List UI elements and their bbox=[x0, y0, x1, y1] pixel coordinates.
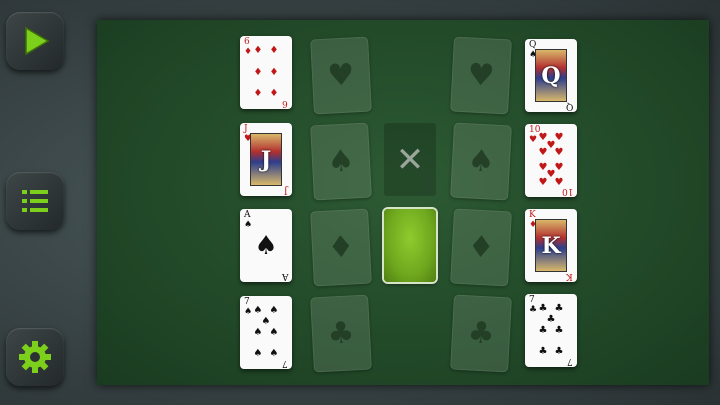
card-suit: ♠ bbox=[244, 220, 253, 230]
card-rank: J bbox=[244, 124, 248, 134]
play-button[interactable] bbox=[6, 12, 64, 70]
court-figure: J bbox=[250, 133, 282, 186]
diamond-icon: ♦ bbox=[326, 228, 356, 266]
play-icon bbox=[25, 26, 50, 56]
gear-icon bbox=[19, 341, 51, 373]
card-right-2[interactable]: 10 ♥ ♥ ♥ ♥ ♥ ♥ ♥ ♥ ♥ ♥ ♥ 10 bbox=[525, 124, 577, 197]
court-letter: J bbox=[260, 146, 272, 173]
card-pips: ♦ ♦ ♦ ♦ ♦ ♦ bbox=[250, 46, 282, 99]
card-pips: ♠ ♠ ♠ ♠ ♠ ♠ ♠ bbox=[250, 306, 282, 359]
list-icon bbox=[22, 190, 48, 212]
ace-pip: ♠ bbox=[254, 230, 278, 261]
card-pips: ♣ ♣ ♣ ♣ ♣ ♣ ♣ bbox=[535, 304, 567, 357]
court-figure: K bbox=[535, 219, 567, 272]
court-letter: K bbox=[541, 232, 561, 259]
court-letter: Q bbox=[541, 62, 561, 89]
menu-button[interactable] bbox=[6, 172, 64, 230]
card-right-3[interactable]: K ♦ K K bbox=[525, 209, 577, 282]
club-icon: ♣ bbox=[326, 314, 356, 352]
pip: ♦ bbox=[269, 45, 279, 57]
pip: ♣ bbox=[554, 324, 564, 336]
card-left-3[interactable]: A ♠ ♠ A bbox=[240, 209, 292, 282]
heart-icon: ♥ bbox=[326, 56, 356, 94]
pip: ♣ bbox=[546, 313, 556, 325]
empty-slot-diamonds-left[interactable]: ♦ bbox=[310, 208, 372, 287]
card-rank: 7 bbox=[282, 358, 288, 368]
club-icon: ♣ bbox=[466, 314, 496, 352]
pip: ♦ bbox=[269, 87, 279, 99]
pip: ♥ bbox=[538, 176, 548, 188]
pip: ♠ bbox=[269, 347, 279, 359]
game-table: 6 ♦ ♦ ♦ ♦ ♦ ♦ ♦ 6 J ♥ J J A ♠ ♠ A 7 ♠ ♠ … bbox=[97, 20, 709, 385]
settings-button[interactable] bbox=[6, 328, 64, 386]
card-rank: A bbox=[244, 210, 251, 220]
pip: ♦ bbox=[253, 45, 263, 57]
card-rank: 6 bbox=[282, 98, 288, 108]
heart-icon: ♥ bbox=[466, 56, 496, 94]
card-rank: 10 bbox=[561, 186, 573, 196]
diamond-icon: ♦ bbox=[466, 228, 496, 266]
pip: ♣ bbox=[554, 345, 564, 357]
pip: ♦ bbox=[269, 66, 279, 78]
card-left-4[interactable]: 7 ♠ ♠ ♠ ♠ ♠ ♠ ♠ ♠ 7 bbox=[240, 296, 292, 369]
card-rank: 7 bbox=[529, 295, 535, 305]
pip: ♥ bbox=[554, 161, 564, 173]
card-right-1[interactable]: Q ♠ Q Q bbox=[525, 39, 577, 112]
card-rank: Q bbox=[565, 101, 573, 111]
card-right-4[interactable]: 7 ♣ ♣ ♣ ♣ ♣ ♣ ♣ ♣ 7 bbox=[525, 294, 577, 367]
pip: ♠ bbox=[253, 347, 263, 359]
pip: ♥ bbox=[554, 132, 564, 144]
card-left-2[interactable]: J ♥ J J bbox=[240, 123, 292, 196]
pip: ♦ bbox=[253, 66, 263, 78]
spade-icon: ♠ bbox=[326, 142, 356, 180]
empty-slot-clubs-right[interactable]: ♣ bbox=[450, 294, 512, 373]
draw-deck[interactable] bbox=[384, 209, 436, 282]
pip: ♠ bbox=[269, 326, 279, 338]
pip: ♠ bbox=[253, 305, 263, 317]
card-rank: 6 bbox=[244, 37, 250, 47]
card-rank: A bbox=[281, 271, 289, 281]
sidebar bbox=[0, 0, 90, 405]
spade-icon: ♠ bbox=[466, 142, 496, 180]
empty-slot-hearts-right[interactable]: ♥ bbox=[450, 36, 512, 115]
pip: ♦ bbox=[253, 87, 263, 99]
card-rank: J bbox=[284, 185, 288, 195]
close-icon: ✕ bbox=[395, 139, 425, 180]
empty-slot-hearts-left[interactable]: ♥ bbox=[310, 36, 372, 115]
pip: ♥ bbox=[538, 147, 548, 159]
empty-slot-spades-right[interactable]: ♠ bbox=[450, 122, 512, 201]
pip: ♠ bbox=[261, 315, 271, 327]
card-rank: K bbox=[566, 271, 573, 281]
card-left-1[interactable]: 6 ♦ ♦ ♦ ♦ ♦ ♦ ♦ 6 bbox=[240, 36, 292, 109]
discard-slot[interactable]: ✕ bbox=[384, 123, 436, 196]
pip: ♣ bbox=[538, 345, 548, 357]
empty-slot-spades-left[interactable]: ♠ bbox=[310, 122, 372, 201]
card-rank: 7 bbox=[244, 297, 250, 307]
pip: ♥ bbox=[554, 147, 564, 159]
card-pips: ♥ ♥ ♥ ♥ ♥ ♥ ♥ ♥ ♥ ♥ bbox=[535, 132, 567, 188]
pip: ♠ bbox=[253, 326, 263, 338]
pip: ♣ bbox=[538, 303, 548, 315]
empty-slot-clubs-left[interactable]: ♣ bbox=[310, 294, 372, 373]
court-figure: Q bbox=[535, 49, 567, 102]
pip: ♣ bbox=[538, 324, 548, 336]
empty-slot-diamonds-right[interactable]: ♦ bbox=[450, 208, 512, 287]
pip: ♣ bbox=[554, 303, 564, 315]
pip: ♠ bbox=[269, 305, 279, 317]
card-rank: 7 bbox=[567, 356, 573, 366]
